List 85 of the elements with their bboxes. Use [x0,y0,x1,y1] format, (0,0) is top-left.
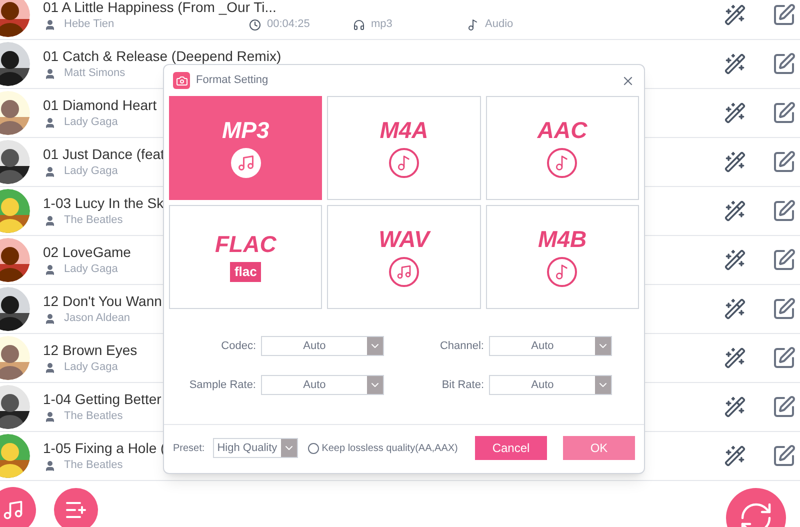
setting-label: Codec: [221,338,256,354]
person-icon [44,214,56,226]
edit-icon[interactable] [772,395,796,419]
setting-label: Channel: [440,338,484,354]
artist-name: Lady Gaga [64,362,118,373]
clock-icon [249,18,261,30]
magic-wand-icon[interactable] [724,347,746,369]
duration: 00:04:25 [267,19,310,30]
person-icon [44,264,56,276]
song-title: 01 A Little Happiness (From _Our Ti... [43,0,276,14]
edit-icon[interactable] [772,297,796,321]
music-note-icon [547,256,578,286]
person-icon [44,312,56,324]
song-title: 12 Don't You Wann [43,294,162,308]
edit-icon[interactable] [772,101,796,125]
setting-dropdown[interactable]: Auto [261,336,384,356]
magic-wand-icon[interactable] [724,200,746,222]
setting-dropdown[interactable]: Auto [261,375,384,395]
artist-name: Hebe Tien [64,19,114,30]
song-title: 01 Diamond Heart [43,98,157,112]
format-tile[interactable]: AAC [486,96,639,200]
person-icon [44,362,56,374]
edit-icon[interactable] [772,52,796,76]
person-icon [44,166,56,178]
song-title: 01 Catch & Release (Deepend Remix) [43,48,282,62]
media-type: Audio [485,19,514,30]
music-note-icon [2,498,24,520]
person-icon [44,460,56,472]
setting-dropdown[interactable]: Auto [489,336,612,356]
dialog-title: Format Setting [196,73,268,88]
ok-button[interactable]: OK [563,436,635,460]
edit-icon[interactable] [772,346,796,370]
artist-name: Lady Gaga [64,117,118,128]
song-title: 01 Just Dance (feat [43,146,164,160]
setting-label: Sample Rate: [189,378,256,393]
edit-icon[interactable] [772,3,796,27]
camera-icon [173,72,190,89]
add-playlist-button[interactable] [54,488,98,527]
preset-dropdown[interactable]: High Quality [212,438,298,458]
magic-wand-icon[interactable] [724,249,746,271]
song-title: 1-03 Lucy In the Sk [43,196,164,210]
artist-name: Matt Simons [64,68,126,79]
magic-wand-icon[interactable] [724,53,746,75]
artist-name: The Beatles [64,460,123,471]
artist-name: Jason Aldean [64,313,130,324]
artist-name: Lady Gaga [64,264,118,275]
magic-wand-icon[interactable] [724,102,746,124]
setting-label: Bit Rate: [442,378,484,393]
artist-name: The Beatles [64,411,123,422]
magic-wand-icon[interactable] [724,445,746,467]
edit-icon[interactable] [772,444,796,468]
flac-badge: flac [230,262,261,282]
song-title: 02 LoveGame [43,244,131,258]
preset-label: Preset: [173,442,205,456]
file-format: mp3 [371,19,392,30]
magic-wand-icon[interactable] [724,4,746,26]
cancel-button[interactable]: Cancel [475,436,547,460]
format-tile[interactable]: M4B [486,205,639,309]
magic-wand-icon[interactable] [724,298,746,320]
magic-wand-icon[interactable] [724,396,746,418]
checkbox-label: Keep lossless quality(AA,AAX) [322,442,458,456]
edit-icon[interactable] [772,199,796,223]
magic-wand-icon[interactable] [724,151,746,173]
person-icon [44,410,56,422]
format-tile[interactable]: WAV [327,205,481,309]
format-tile[interactable]: MP3 [169,96,322,200]
song-title: 1-04 Getting Better [43,392,162,406]
format-tile[interactable]: M4A [327,96,481,200]
artist-name: Lady Gaga [64,166,118,177]
edit-icon[interactable] [772,150,796,174]
person-icon [44,116,56,128]
headphones-icon [353,18,365,30]
song-title: 12 Brown Eyes [43,342,138,356]
edit-icon[interactable] [772,248,796,272]
person-icon [44,18,56,30]
setting-dropdown[interactable]: Auto [489,375,612,395]
format-tile[interactable]: FLAC flac [169,205,322,309]
music-note-icon [467,18,479,30]
person-icon [44,68,56,80]
music-note-icon [547,148,578,178]
music-note-icon [230,148,261,178]
music-note-icon [388,148,419,178]
music-note-icon [388,256,419,286]
checkbox[interactable] [308,442,319,454]
artist-name: The Beatles [64,215,123,226]
